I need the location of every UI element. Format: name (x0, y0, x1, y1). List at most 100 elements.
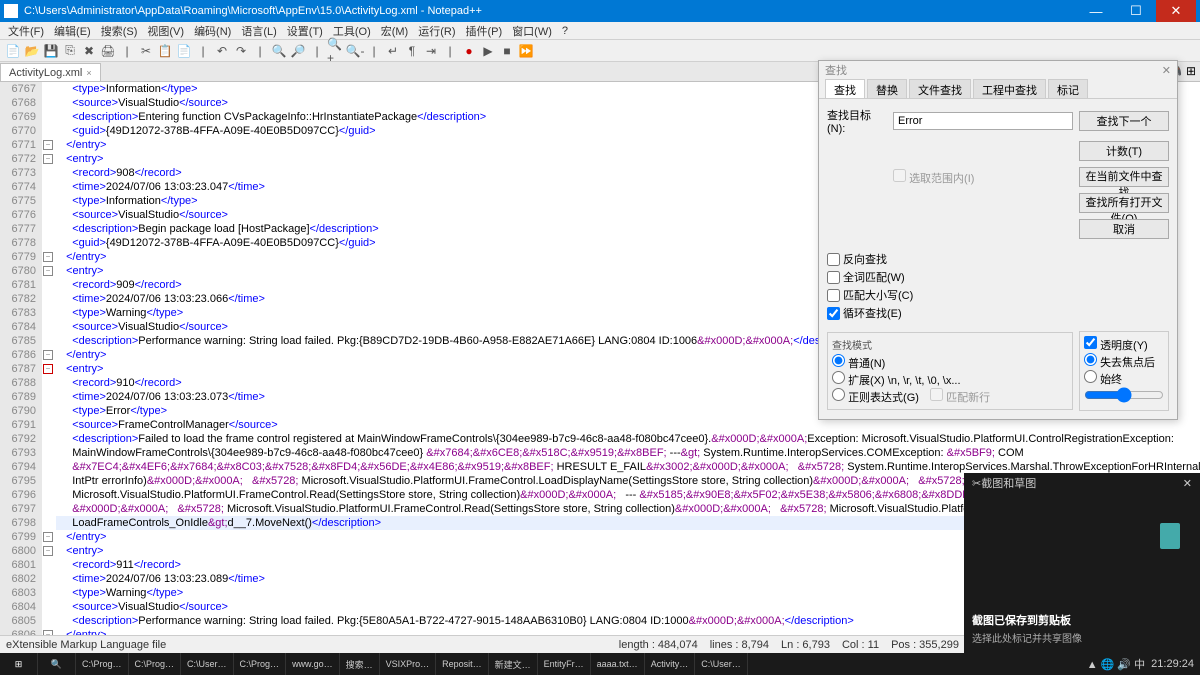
find-icon[interactable]: 🔍 (270, 42, 288, 60)
show-symbols-icon[interactable]: ¶ (403, 42, 421, 60)
file-tab[interactable]: ActivityLog.xml × (0, 63, 101, 81)
taskbar-clock[interactable]: 21:29:24 (1151, 658, 1194, 670)
wholeword-checkbox[interactable] (827, 271, 840, 284)
taskbar-item[interactable]: C:\Prog… (76, 653, 129, 675)
taskbar-item[interactable]: Reposit… (436, 653, 489, 675)
find-open-files-button[interactable]: 查找所有打开文件(O) (1079, 193, 1169, 213)
menu-item[interactable]: 语言(L) (237, 23, 280, 39)
taskbar-item[interactable]: EntityFr… (538, 653, 591, 675)
menu-item[interactable]: 窗口(W) (508, 23, 556, 39)
taskbar-item[interactable]: C:\Prog… (234, 653, 287, 675)
menu-item[interactable]: 编码(N) (190, 23, 235, 39)
menu-item[interactable]: 视图(V) (143, 23, 188, 39)
taskbar-item[interactable]: C:\Prog… (129, 653, 182, 675)
taskbar-item[interactable]: 新建文… (489, 653, 538, 675)
find-dialog: 查找✕ 查找替换文件查找工程中查找标记 查找目标(N): 查找下一个 计数(T)… (818, 60, 1178, 420)
window-title: C:\Users\Administrator\AppData\Roaming\M… (24, 5, 1076, 17)
find-tabs: 查找替换文件查找工程中查找标记 (819, 79, 1177, 99)
toast-app: 截图和草图 (981, 475, 1036, 491)
menu-item[interactable]: 文件(F) (4, 23, 48, 39)
taskbar-item[interactable]: aaaa.txt… (591, 653, 645, 675)
find-tab[interactable]: 文件查找 (909, 79, 971, 98)
mode-regex-radio[interactable] (832, 388, 845, 401)
toast-close-icon[interactable]: ✕ (1183, 477, 1192, 490)
find-tab[interactable]: 工程中查找 (973, 79, 1046, 98)
mode-ext-radio[interactable] (832, 371, 845, 384)
paste-icon[interactable]: 📄 (175, 42, 193, 60)
new-file-icon[interactable]: 📄 (4, 42, 22, 60)
tray-icons[interactable]: ▲ 🌐 🔊 中 (1087, 656, 1145, 672)
line-gutter: 6767676867696770677167726773677467756776… (0, 82, 42, 646)
menu-item[interactable]: 宏(M) (377, 23, 413, 39)
title-bar: C:\Users\Administrator\AppData\Roaming\M… (0, 0, 1200, 22)
start-button[interactable]: ⊞ (0, 653, 38, 675)
taskbar-item[interactable]: www.go… (286, 653, 340, 675)
count-button[interactable]: 计数(T) (1079, 141, 1169, 161)
menu-item[interactable]: 搜索(S) (97, 23, 142, 39)
cancel-button[interactable]: 取消 (1079, 219, 1169, 239)
taskbar-item[interactable]: Activity… (645, 653, 696, 675)
find-close-icon[interactable]: ✕ (1162, 64, 1171, 77)
redo-icon[interactable]: ↷ (232, 42, 250, 60)
taskbar-item[interactable]: 搜索… (340, 653, 380, 675)
save-icon[interactable]: 💾 (42, 42, 60, 60)
app-icon (4, 4, 18, 18)
taskbar-item[interactable]: VSIXPro… (380, 653, 437, 675)
find-target-input[interactable] (893, 112, 1073, 130)
find-target-label: 查找目标(N): (827, 107, 887, 135)
menu-bar: 文件(F)编辑(E)搜索(S)视图(V)编码(N)语言(L)设置(T)工具(O)… (0, 22, 1200, 40)
macro-fast-icon[interactable]: ⏩ (517, 42, 535, 60)
wrap-checkbox[interactable] (827, 307, 840, 320)
toolbar: 📄 📂 💾 ⎘ ✖ 🖨 | ✂ 📋 📄 | ↶ ↷ | 🔍 🔎 | 🔍+ 🔍- … (0, 40, 1200, 62)
menu-item[interactable]: ? (558, 25, 572, 37)
status-length: length : 484,074 (619, 639, 698, 651)
macro-record-icon[interactable]: ● (460, 42, 478, 60)
print-icon[interactable]: 🖨 (99, 42, 117, 60)
status-lang: eXtensible Markup Language file (6, 639, 607, 651)
macro-stop-icon[interactable]: ■ (498, 42, 516, 60)
cut-icon[interactable]: ✂ (137, 42, 155, 60)
toast-thumbnail (1160, 523, 1180, 549)
backward-checkbox[interactable] (827, 253, 840, 266)
menu-item[interactable]: 运行(R) (414, 23, 459, 39)
find-in-current-button[interactable]: 在当前文件中查找 (1079, 167, 1169, 187)
taskbar-item[interactable]: C:\User… (181, 653, 234, 675)
status-lines: lines : 8,794 (710, 639, 769, 651)
trans-focus-radio[interactable] (1084, 353, 1097, 366)
menu-item[interactable]: 编辑(E) (50, 23, 95, 39)
menu-item[interactable]: 插件(P) (462, 23, 507, 39)
copy-icon[interactable]: 📋 (156, 42, 174, 60)
matchcase-checkbox[interactable] (827, 289, 840, 302)
find-tab[interactable]: 替换 (867, 79, 907, 98)
transparency-checkbox[interactable] (1084, 336, 1097, 349)
maximize-button[interactable]: ☐ (1116, 0, 1156, 22)
undo-icon[interactable]: ↶ (213, 42, 231, 60)
wordwrap-icon[interactable]: ↵ (384, 42, 402, 60)
indent-guide-icon[interactable]: ⇥ (422, 42, 440, 60)
trans-always-radio[interactable] (1084, 370, 1097, 383)
zoom-out-icon[interactable]: 🔍- (346, 42, 364, 60)
minimize-button[interactable]: — (1076, 0, 1116, 22)
notification-toast[interactable]: ✂ 截图和草图✕ 截图已保存到剪贴板 选择此处标记并共享图像 (964, 473, 1200, 653)
status-ln: Ln : 6,793 (781, 639, 830, 651)
find-header: 查找 (825, 62, 847, 78)
mode-normal-radio[interactable] (832, 354, 845, 367)
transparency-slider[interactable] (1084, 387, 1164, 403)
close-button[interactable]: ✕ (1156, 0, 1196, 22)
toast-title: 截图已保存到剪贴板 (972, 612, 1192, 628)
search-button[interactable]: 🔍 (38, 653, 76, 675)
taskbar-item[interactable]: C:\User… (695, 653, 748, 675)
tab-close-icon[interactable]: × (86, 68, 91, 78)
find-next-button[interactable]: 查找下一个 (1079, 111, 1169, 131)
macro-play-icon[interactable]: ▶ (479, 42, 497, 60)
taskbar[interactable]: ⊞ 🔍 C:\Prog…C:\Prog…C:\User…C:\Prog…www.… (0, 653, 1200, 675)
zoom-in-icon[interactable]: 🔍+ (327, 42, 345, 60)
close-file-icon[interactable]: ✖ (80, 42, 98, 60)
menu-item[interactable]: 设置(T) (283, 23, 327, 39)
open-file-icon[interactable]: 📂 (23, 42, 41, 60)
find-tab[interactable]: 查找 (825, 79, 865, 98)
find-tab[interactable]: 标记 (1048, 79, 1088, 98)
save-all-icon[interactable]: ⎘ (61, 42, 79, 60)
replace-icon[interactable]: 🔎 (289, 42, 307, 60)
toast-subtitle: 选择此处标记并共享图像 (972, 630, 1192, 645)
